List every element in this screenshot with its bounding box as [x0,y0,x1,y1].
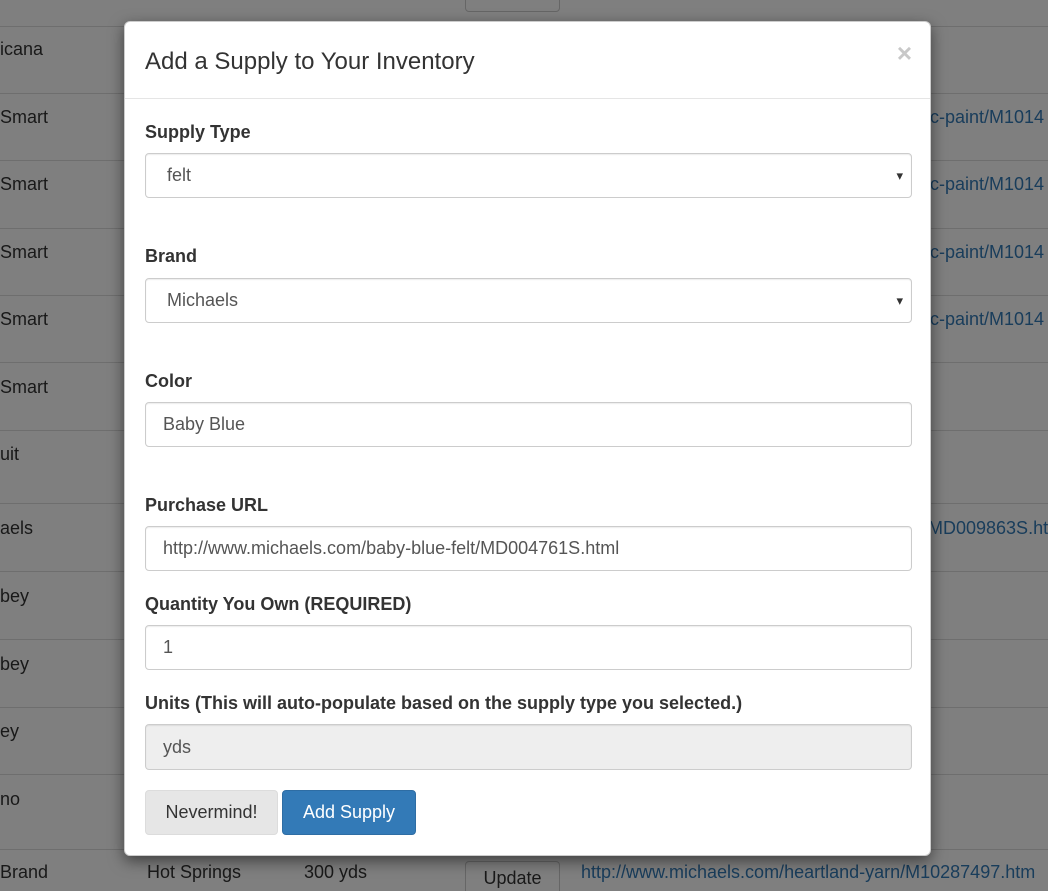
supply-type-select[interactable]: felt ▾ [145,153,912,198]
units-label: Units (This will auto-populate based on … [145,693,743,713]
brand-select[interactable]: Michaels ▾ [145,278,912,323]
color-label: Color [145,371,192,391]
color-input[interactable] [145,402,912,447]
add-supply-modal: Add a Supply to Your Inventory × Supply … [124,21,931,856]
chevron-down-icon: ▾ [896,293,903,308]
supply-type-label: Supply Type [145,122,251,142]
brand-value: Michaels [167,290,239,310]
modal-title: Add a Supply to Your Inventory [145,48,475,75]
purchase-url-input[interactable] [145,526,912,571]
close-icon[interactable]: × [897,40,912,66]
modal-header: Add a Supply to Your Inventory × [125,22,930,99]
supply-type-value: felt [167,165,192,185]
units-input [145,724,912,770]
nevermind-button[interactable]: Nevermind! [145,790,278,835]
quantity-label: Quantity You Own (REQUIRED) [145,594,412,614]
add-supply-button[interactable]: Add Supply [282,790,416,835]
chevron-down-icon: ▾ [896,168,903,183]
quantity-input[interactable] [145,625,912,670]
brand-label: Brand [145,246,198,266]
purchase-url-label: Purchase URL [145,495,269,515]
